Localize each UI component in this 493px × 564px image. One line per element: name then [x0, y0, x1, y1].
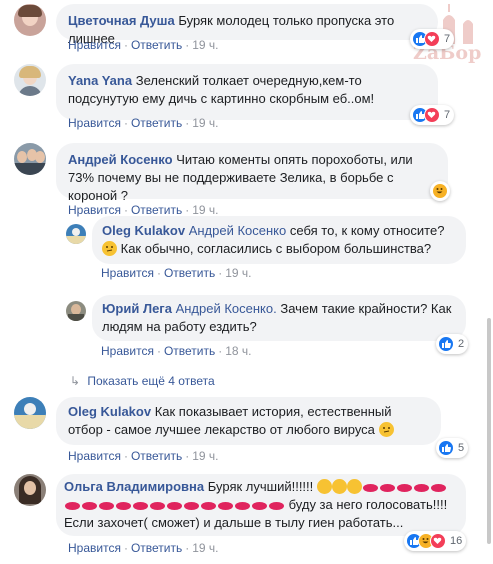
timestamp[interactable]: 19 ч. — [225, 266, 251, 280]
like-link[interactable]: Нравится — [68, 449, 121, 463]
like-reaction-icon — [438, 336, 454, 352]
comment-author[interactable]: Yana Yana — [68, 73, 132, 88]
timestamp[interactable]: 18 ч. — [225, 344, 251, 358]
reply-link[interactable]: Ответить — [131, 38, 182, 52]
avatar[interactable] — [14, 4, 46, 36]
kiss-mark-icon — [167, 502, 182, 510]
comment-author[interactable]: Андрей Косенко — [68, 152, 173, 167]
timestamp[interactable]: 19 ч. — [192, 449, 218, 463]
kiss-mark-icon — [65, 502, 80, 510]
reaction-summary[interactable]: 7 — [410, 105, 455, 125]
reply-link[interactable]: Ответить — [131, 541, 182, 555]
comment-author[interactable]: Цветочная Душа — [68, 13, 175, 28]
kissing-face-emoji-icon — [316, 479, 332, 494]
kiss-mark-icon — [413, 484, 429, 492]
haha-reaction-icon — [432, 183, 448, 199]
comment-actions: Нравится · Ответить · 19 ч. — [68, 449, 219, 463]
comment-author[interactable]: Юрий Лега — [102, 301, 172, 316]
comment-text-line2: буду за него голосовать!!!! — [288, 497, 448, 512]
comment-actions: Нравится · Ответить · 19 ч. — [68, 541, 219, 555]
reply-link[interactable]: Ответить — [164, 344, 215, 358]
show-more-replies-link[interactable]: ↳ Показать ещё 4 ответа — [70, 374, 215, 388]
avatar[interactable] — [14, 143, 46, 175]
kissing-face-emoji-icon — [346, 479, 362, 494]
reaction-count: 5 — [458, 442, 465, 454]
kiss-mark-icon — [396, 484, 412, 492]
reply-link[interactable]: Ответить — [131, 116, 182, 130]
comment-author[interactable]: Ольга Владимировна — [64, 479, 204, 494]
reply-link[interactable]: Ответить — [164, 266, 215, 280]
reaction-count: 2 — [458, 338, 465, 350]
comment-bubble: Ольга Владимировна Буряк лучший!!!!!! бу… — [56, 474, 466, 536]
reaction-summary[interactable]: 16 — [404, 531, 467, 551]
comment-bubble: Андрей Косенко Читаю коменты опять порох… — [56, 143, 448, 203]
reaction-summary[interactable] — [430, 181, 450, 201]
reply-link[interactable]: Ответить — [131, 203, 182, 217]
kiss-mark-icon — [99, 502, 114, 510]
like-link[interactable]: Нравится — [68, 116, 121, 130]
thinking-emoji-icon — [378, 422, 394, 437]
reaction-count: 7 — [444, 33, 451, 45]
comment-text-line2: Как обычно, согласились с выбором больши… — [120, 241, 432, 256]
kissing-face-emoji-icon — [331, 479, 347, 494]
comment-text: себя то, к кому относите? — [289, 223, 445, 238]
comment-author[interactable]: Oleg Kulakov — [68, 404, 151, 419]
reaction-summary[interactable]: 7 — [410, 29, 455, 49]
like-link[interactable]: Нравится — [68, 203, 121, 217]
avatar[interactable] — [66, 301, 86, 321]
like-link[interactable]: Нравится — [68, 541, 121, 555]
comment-bubble: Oleg Kulakov Андрей Косенко себя то, к к… — [92, 216, 466, 264]
timestamp[interactable]: 19 ч. — [192, 203, 218, 217]
avatar[interactable] — [14, 397, 46, 429]
reaction-count: 16 — [450, 535, 463, 547]
kiss-mark-icon — [252, 502, 267, 510]
love-reaction-icon — [424, 31, 440, 47]
reaction-summary[interactable]: 2 — [436, 334, 469, 354]
comment-bubble: Цветочная Душа Буряк молодец только проп… — [56, 4, 438, 46]
comment-actions: Нравится · Ответить · 19 ч. — [68, 116, 219, 130]
mention-link[interactable]: Андрей Косенко. — [176, 301, 277, 316]
comment-actions: Нравится · Ответить · 18 ч. — [101, 344, 252, 358]
like-link[interactable]: Нравится — [101, 266, 154, 280]
reaction-count: 7 — [444, 109, 451, 121]
comment-actions: Нравится · Ответить · 19 ч. — [101, 266, 252, 280]
comment-bubble: Oleg Kulakov Как показывает история, ест… — [56, 397, 441, 445]
mention-link[interactable]: Андрей Косенко — [189, 223, 287, 238]
reaction-summary[interactable]: 5 — [436, 438, 469, 458]
avatar[interactable] — [66, 224, 86, 244]
like-link[interactable]: Нравится — [101, 344, 154, 358]
timestamp[interactable]: 19 ч. — [192, 116, 218, 130]
comment-text-line3: Если захочет( сможет) и дальше в тылу ги… — [64, 515, 404, 530]
comment-actions: Нравится · Ответить · 19 ч. — [68, 38, 219, 52]
timestamp[interactable]: 19 ч. — [192, 38, 218, 52]
kiss-mark-icon — [379, 484, 395, 492]
like-link[interactable]: Нравится — [68, 38, 121, 52]
reply-arrow-icon: ↳ — [70, 374, 81, 388]
scrollbar[interactable] — [487, 318, 491, 544]
kiss-mark-icon — [362, 484, 378, 492]
like-reaction-icon — [438, 440, 454, 456]
comment-bubble: Yana Yana Зеленский толкает очередную,ке… — [56, 64, 438, 120]
kiss-mark-icon — [150, 502, 165, 510]
thinking-emoji-icon — [102, 241, 117, 256]
reply-link[interactable]: Ответить — [131, 449, 182, 463]
avatar[interactable] — [14, 474, 46, 506]
kiss-mark-icon — [116, 502, 131, 510]
comment-bubble: Юрий Лега Андрей Косенко. Зачем такие кр… — [92, 295, 466, 341]
kiss-mark-icon — [133, 502, 148, 510]
kiss-mark-icon — [82, 502, 97, 510]
kiss-mark-icon — [201, 502, 216, 510]
kiss-mark-icon — [269, 502, 284, 510]
kiss-mark-icon — [184, 502, 199, 510]
kiss-mark-icon — [218, 502, 233, 510]
comment-text: Буряк лучший!!!!!! — [207, 479, 314, 494]
kiss-mark-icon — [235, 502, 250, 510]
comment-actions: Нравится · Ответить · 19 ч. — [68, 203, 219, 217]
love-reaction-icon — [424, 107, 440, 123]
avatar[interactable] — [14, 64, 46, 96]
timestamp[interactable]: 19 ч. — [192, 541, 218, 555]
love-reaction-icon — [430, 533, 446, 549]
kiss-mark-icon — [430, 484, 446, 492]
comment-author[interactable]: Oleg Kulakov — [102, 223, 185, 238]
